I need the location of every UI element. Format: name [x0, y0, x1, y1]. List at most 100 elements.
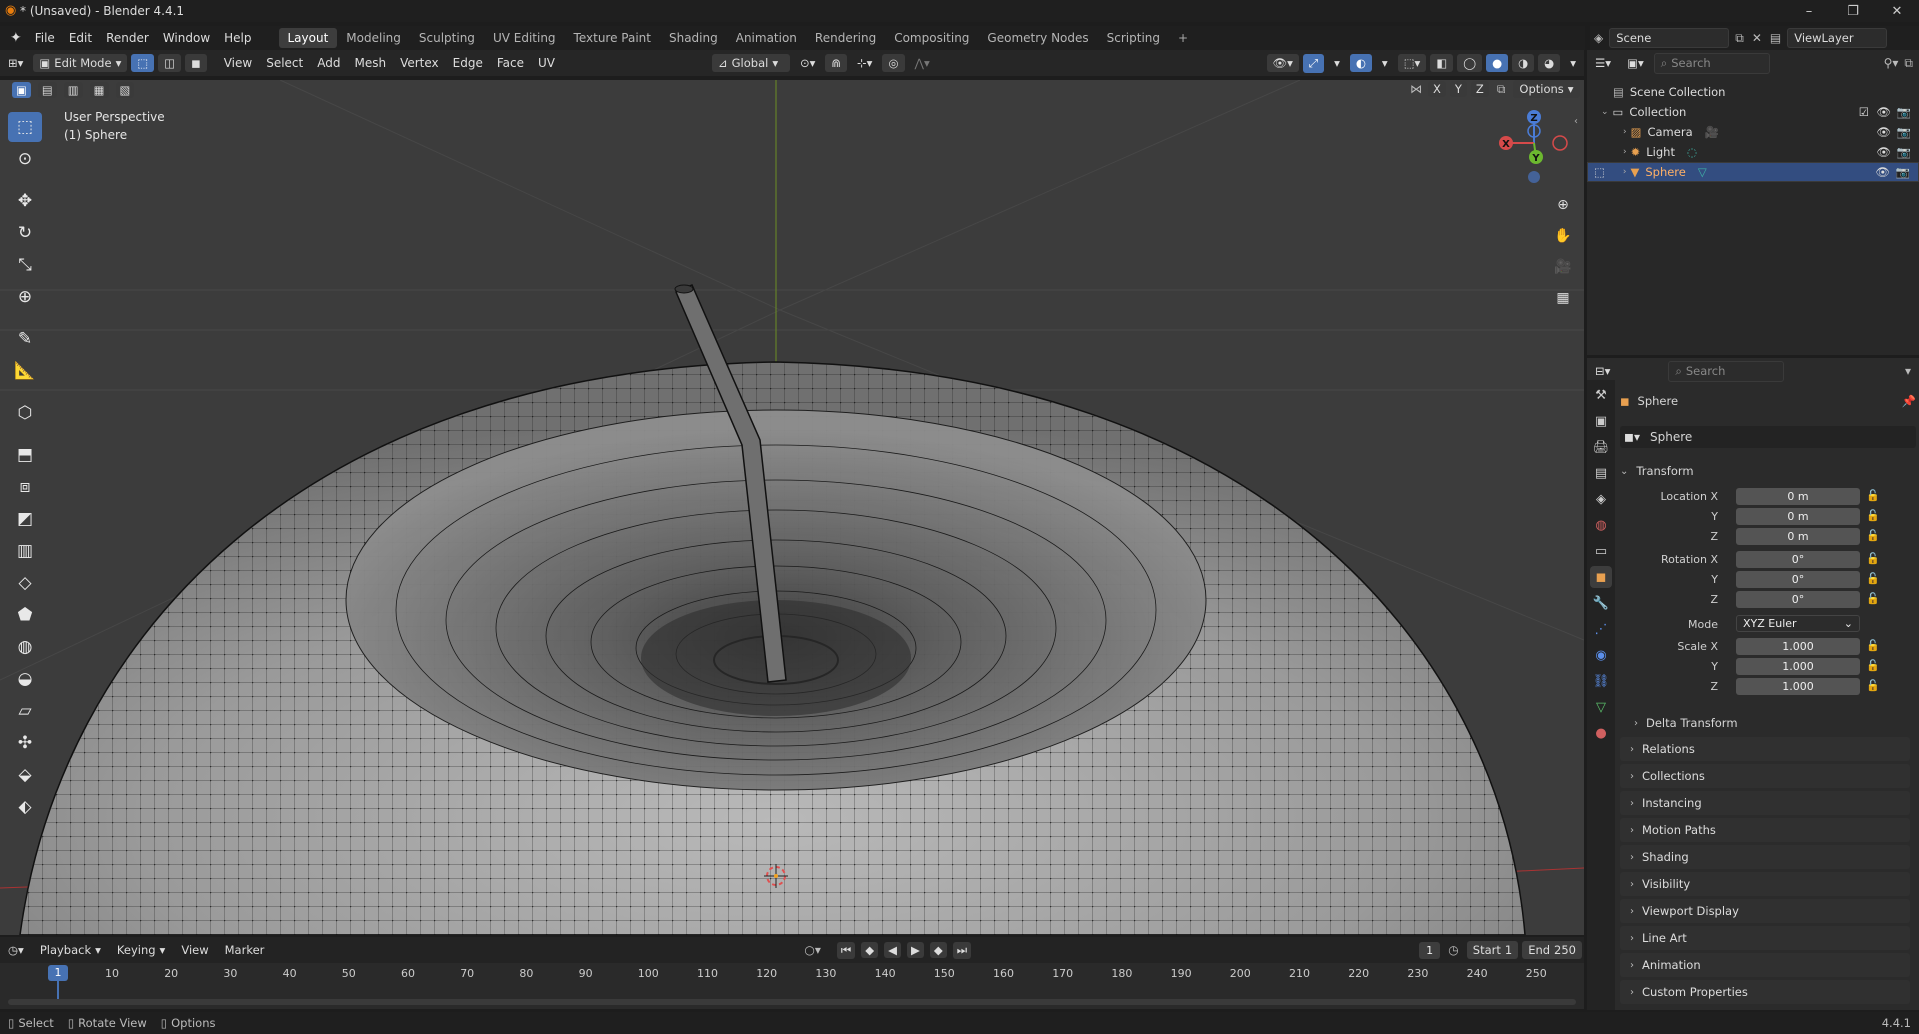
camera-view-icon[interactable]: 🎥 — [1550, 254, 1576, 280]
light-data-icon[interactable]: ◌ — [1687, 145, 1697, 159]
world-tab-icon[interactable]: ◍ — [1590, 514, 1612, 536]
viewport-menu-mesh[interactable]: Mesh — [347, 56, 393, 70]
light-chevron-icon[interactable]: › — [1623, 147, 1627, 157]
lock-scale-y-icon[interactable]: 🔓 — [1866, 659, 1880, 672]
delta-transform-panel[interactable]: › Delta Transform — [1620, 712, 1916, 734]
3d-viewport[interactable]: User Perspective (1) Sphere ▣ ▤ ▥ ▦ ▧ ⋈ … — [0, 80, 1584, 935]
rip-tool-icon[interactable]: ⬖ — [8, 792, 42, 822]
close-button[interactable]: ✕ — [1875, 4, 1919, 19]
extrude-tool-icon[interactable]: ⬒ — [8, 440, 42, 470]
add-workspace-icon[interactable]: + — [1169, 28, 1197, 48]
viewlayer-selector[interactable]: ViewLayer — [1787, 28, 1888, 48]
panel-visibility[interactable]: › Visibility — [1620, 872, 1910, 896]
overlay-toggle-icon[interactable]: ◐ — [1349, 54, 1372, 72]
play-icon[interactable]: ▶ — [906, 942, 924, 958]
viewport-menu-vertex[interactable]: Vertex — [393, 56, 446, 70]
collection-chevron-icon[interactable]: ⌄ — [1601, 107, 1609, 117]
sphere-chevron-icon[interactable]: › — [1623, 167, 1627, 177]
tab-shading[interactable]: Shading — [660, 28, 727, 48]
poly-build-tool-icon[interactable]: ⬟ — [8, 600, 42, 630]
object-datablock-field[interactable]: ◼▾ Sphere — [1620, 426, 1916, 448]
panel-animation[interactable]: › Animation — [1620, 953, 1910, 977]
grid-view-icon[interactable]: ▦ — [1550, 285, 1576, 311]
properties-options-icon[interactable]: ▾ — [1905, 364, 1911, 378]
view-layer-tab-icon[interactable]: ▤ — [1590, 462, 1612, 484]
render-tab-icon[interactable]: ▣ — [1590, 410, 1612, 432]
shading-dropdown-icon[interactable]: ▾ — [1564, 54, 1582, 72]
tab-modeling[interactable]: Modeling — [337, 28, 410, 48]
wireframe-shading-icon[interactable]: ◯ — [1457, 54, 1483, 72]
solid-shading-icon[interactable]: ● — [1486, 54, 1509, 72]
menu-file[interactable]: File — [28, 31, 62, 45]
select-box-tool-icon[interactable]: ⬚ — [8, 112, 42, 142]
panel-custom-properties[interactable]: › Custom Properties — [1620, 980, 1910, 1004]
snap-icon[interactable]: ⋒ — [825, 54, 848, 72]
select-subtract-icon[interactable]: ▥ — [63, 82, 83, 98]
viewport-menu-add[interactable]: Add — [310, 56, 347, 70]
mirror-z-button[interactable]: Z — [1470, 81, 1489, 97]
maximize-button[interactable]: ❐ — [1831, 4, 1875, 19]
viewport-menu-uv[interactable]: UV — [531, 56, 562, 70]
pivot-point-icon[interactable]: ⊙▾ — [794, 54, 821, 72]
xray-icon[interactable]: ◧ — [1430, 54, 1454, 72]
object-tab-icon[interactable]: ◼ — [1590, 566, 1612, 588]
knife-tool-icon[interactable]: ◇ — [8, 568, 42, 598]
snap-target-icon[interactable]: ⊹▾ — [851, 54, 878, 72]
jump-end-icon[interactable]: ⏭ — [952, 941, 972, 959]
sphere-mesh-icon[interactable]: ▽ — [1698, 165, 1707, 179]
panel-instancing[interactable]: › Instancing — [1620, 791, 1910, 815]
vertex-select-icon[interactable]: ⬚ — [131, 54, 155, 72]
rotation-x-field[interactable]: 0° — [1736, 551, 1860, 568]
prev-key-icon[interactable]: ◆ — [861, 942, 879, 958]
face-select-icon[interactable]: ◼ — [185, 54, 207, 72]
timeline-ruler[interactable]: 10 20 30 40 50 60 70 80 90 100 110 120 130 140 150 160 1… — [0, 963, 1584, 1009]
outliner-item-camera[interactable]: › ▨ Camera 🎥 👁 📷 — [1587, 122, 1919, 142]
minimize-button[interactable]: – — [1787, 4, 1831, 19]
tab-texture-paint[interactable]: Texture Paint — [565, 28, 660, 48]
viewport-menu-face[interactable]: Face — [490, 56, 531, 70]
material-tab-icon[interactable]: ● — [1590, 722, 1612, 744]
timeline-scrollbar[interactable] — [8, 999, 1576, 1005]
lock-location-x-icon[interactable]: 🔓 — [1866, 489, 1880, 502]
location-x-field[interactable]: 0 m — [1736, 488, 1860, 505]
tab-animation[interactable]: Animation — [727, 28, 806, 48]
lock-scale-z-icon[interactable]: 🔓 — [1866, 679, 1880, 692]
outliner-item-light[interactable]: › ✹ Light ◌ 👁 📷 — [1587, 142, 1919, 162]
outliner-editor-icon[interactable]: ☰▾ — [1589, 54, 1617, 72]
scale-x-field[interactable]: 1.000 — [1736, 638, 1860, 655]
smooth-tool-icon[interactable]: ◒ — [8, 664, 42, 694]
proportional-edit-icon[interactable]: ◎ — [882, 54, 905, 72]
lock-location-z-icon[interactable]: 🔓 — [1866, 529, 1880, 542]
keying-menu[interactable]: Keying ▾ — [111, 941, 171, 959]
editor-type-icon[interactable]: ⊞▾ — [2, 54, 29, 72]
scene-collection-row[interactable]: ▤ Scene Collection — [1587, 82, 1919, 102]
camera-render-icon[interactable]: 📷 — [1897, 125, 1911, 139]
physics-tab-icon[interactable]: ◉ — [1590, 644, 1612, 666]
pan-hand-icon[interactable]: ✋ — [1550, 223, 1576, 249]
panel-collections[interactable]: › Collections — [1620, 764, 1910, 788]
constraints-tab-icon[interactable]: ⛓ — [1590, 670, 1612, 692]
measure-tool-icon[interactable]: 📐 — [8, 356, 42, 386]
rendered-shading-icon[interactable]: ◕ — [1538, 54, 1561, 72]
collection-render-icon[interactable]: 📷 — [1897, 105, 1911, 119]
new-collection-icon[interactable]: ⧉ — [1904, 56, 1913, 71]
shrink-fatten-tool-icon[interactable]: ✣ — [8, 728, 42, 758]
camera-chevron-icon[interactable]: › — [1623, 127, 1627, 137]
mode-selector[interactable]: ▣ Edit Mode ▾ — [33, 54, 128, 72]
lock-rotation-x-icon[interactable]: 🔓 — [1866, 552, 1880, 565]
viewport-menu-view[interactable]: View — [217, 56, 259, 70]
visibility-icon[interactable]: 👁▾ — [1266, 54, 1299, 72]
data-tab-icon[interactable]: ▽ — [1590, 696, 1612, 718]
scene-selector[interactable]: Scene — [1609, 28, 1730, 48]
particles-tab-icon[interactable]: ⋰ — [1590, 618, 1612, 640]
transform-tool-icon[interactable]: ⊕ — [8, 282, 42, 312]
tab-compositing[interactable]: Compositing — [885, 28, 978, 48]
timeline-editor-icon[interactable]: ◷▾ — [2, 941, 30, 959]
tab-scripting[interactable]: Scripting — [1098, 28, 1169, 48]
jump-start-icon[interactable]: ⏮ — [836, 941, 856, 959]
viewport-menu-select[interactable]: Select — [259, 56, 310, 70]
overlay-dropdown-icon[interactable]: ▾ — [1376, 54, 1394, 72]
next-key-icon[interactable]: ◆ — [929, 942, 947, 958]
sphere-visibility-icon[interactable]: 👁 — [1875, 165, 1890, 179]
properties-search-input[interactable]: ⌕ Search — [1668, 360, 1785, 382]
